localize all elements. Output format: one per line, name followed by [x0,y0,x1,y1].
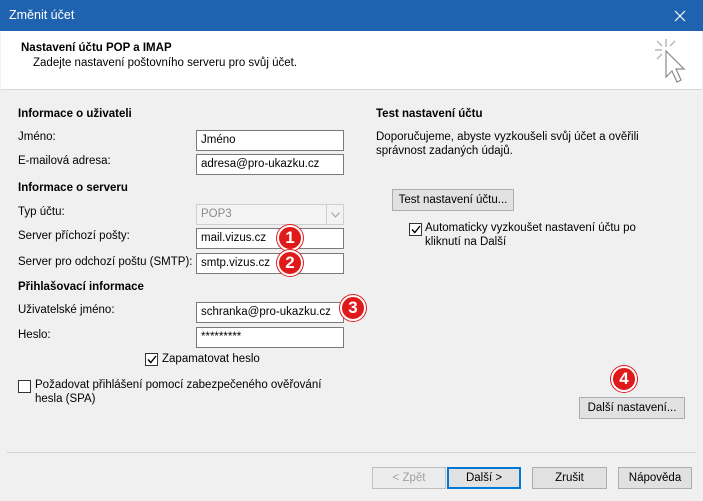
checkmark-icon [410,225,421,234]
username-input[interactable]: schranka@pro-ukazku.cz [196,302,344,323]
cursor-click-icon [655,39,686,83]
server-info-heading: Informace o serveru [18,182,128,194]
password-input[interactable]: ********* [196,327,344,348]
window-titlebar: Změnit účet [0,0,703,31]
incoming-server-label: Server příchozí pošty: [18,230,130,242]
header-subtitle: Zadejte nastavení poštovního serveru pro… [33,57,298,69]
username-label: Uživatelské jméno: [18,304,115,316]
auto-test-label-line1[interactable]: Automaticky vyzkoušet nastavení účtu po [425,222,636,234]
account-type-value: POP3 [201,208,232,220]
window-title: Změnit účet [9,8,75,22]
email-input[interactable]: adresa@pro-ukazku.cz [196,154,344,175]
account-type-select: POP3 [196,204,344,225]
remember-password-label[interactable]: Zapamatovat heslo [162,353,260,365]
header-title: Nastavení účtu POP a IMAP [21,42,172,54]
footer-divider [7,452,696,453]
cancel-button[interactable]: Zrušit [532,467,607,489]
spa-label-line1[interactable]: Požadovat přihlášení pomocí zabezpečenéh… [35,379,321,391]
name-input[interactable]: Jméno [196,130,344,151]
test-settings-button[interactable]: Test nastavení účtu... [392,189,514,211]
account-type-label: Typ účtu: [18,206,65,218]
next-button[interactable]: Další > [447,467,521,489]
close-icon [674,10,686,21]
outgoing-server-label: Server pro odchozí poštu (SMTP): [18,256,193,268]
login-info-heading: Přihlašovací informace [18,281,144,293]
test-desc-line2: správnost zadaných údajů. [376,145,513,157]
outgoing-server-input[interactable]: smtp.vizus.cz [196,253,344,274]
annotation-badge-3: 3 [340,295,366,321]
header-divider [7,89,696,90]
checkmark-icon [146,355,157,364]
email-label: E-mailová adresa: [18,155,111,167]
remember-password-checkbox[interactable] [145,353,158,366]
incoming-server-input[interactable]: mail.vizus.cz [196,228,344,249]
annotation-badge-1: 1 [277,225,303,251]
more-settings-button[interactable]: Další nastavení... [579,397,685,419]
help-button[interactable]: Nápověda [618,467,692,489]
name-label: Jméno: [18,131,56,143]
dialog-header: Nastavení účtu POP a IMAP Zadejte nastav… [1,31,702,90]
annotation-badge-4: 4 [611,366,637,392]
password-label: Heslo: [18,329,51,341]
auto-test-label-line2[interactable]: kliknutí na Další [425,236,506,248]
annotation-badge-2: 2 [277,250,303,276]
user-info-heading: Informace o uživateli [18,108,132,120]
test-desc-line1: Doporučujeme, abyste vyzkoušeli svůj úče… [376,131,639,143]
chevron-down-icon [326,205,343,224]
close-button[interactable] [657,0,703,31]
auto-test-checkbox[interactable] [409,223,422,236]
test-settings-heading: Test nastavení účtu [376,108,483,120]
back-button[interactable]: < Zpět [372,467,446,489]
spa-label-line2[interactable]: hesla (SPA) [35,393,96,405]
spa-checkbox[interactable] [18,380,31,393]
